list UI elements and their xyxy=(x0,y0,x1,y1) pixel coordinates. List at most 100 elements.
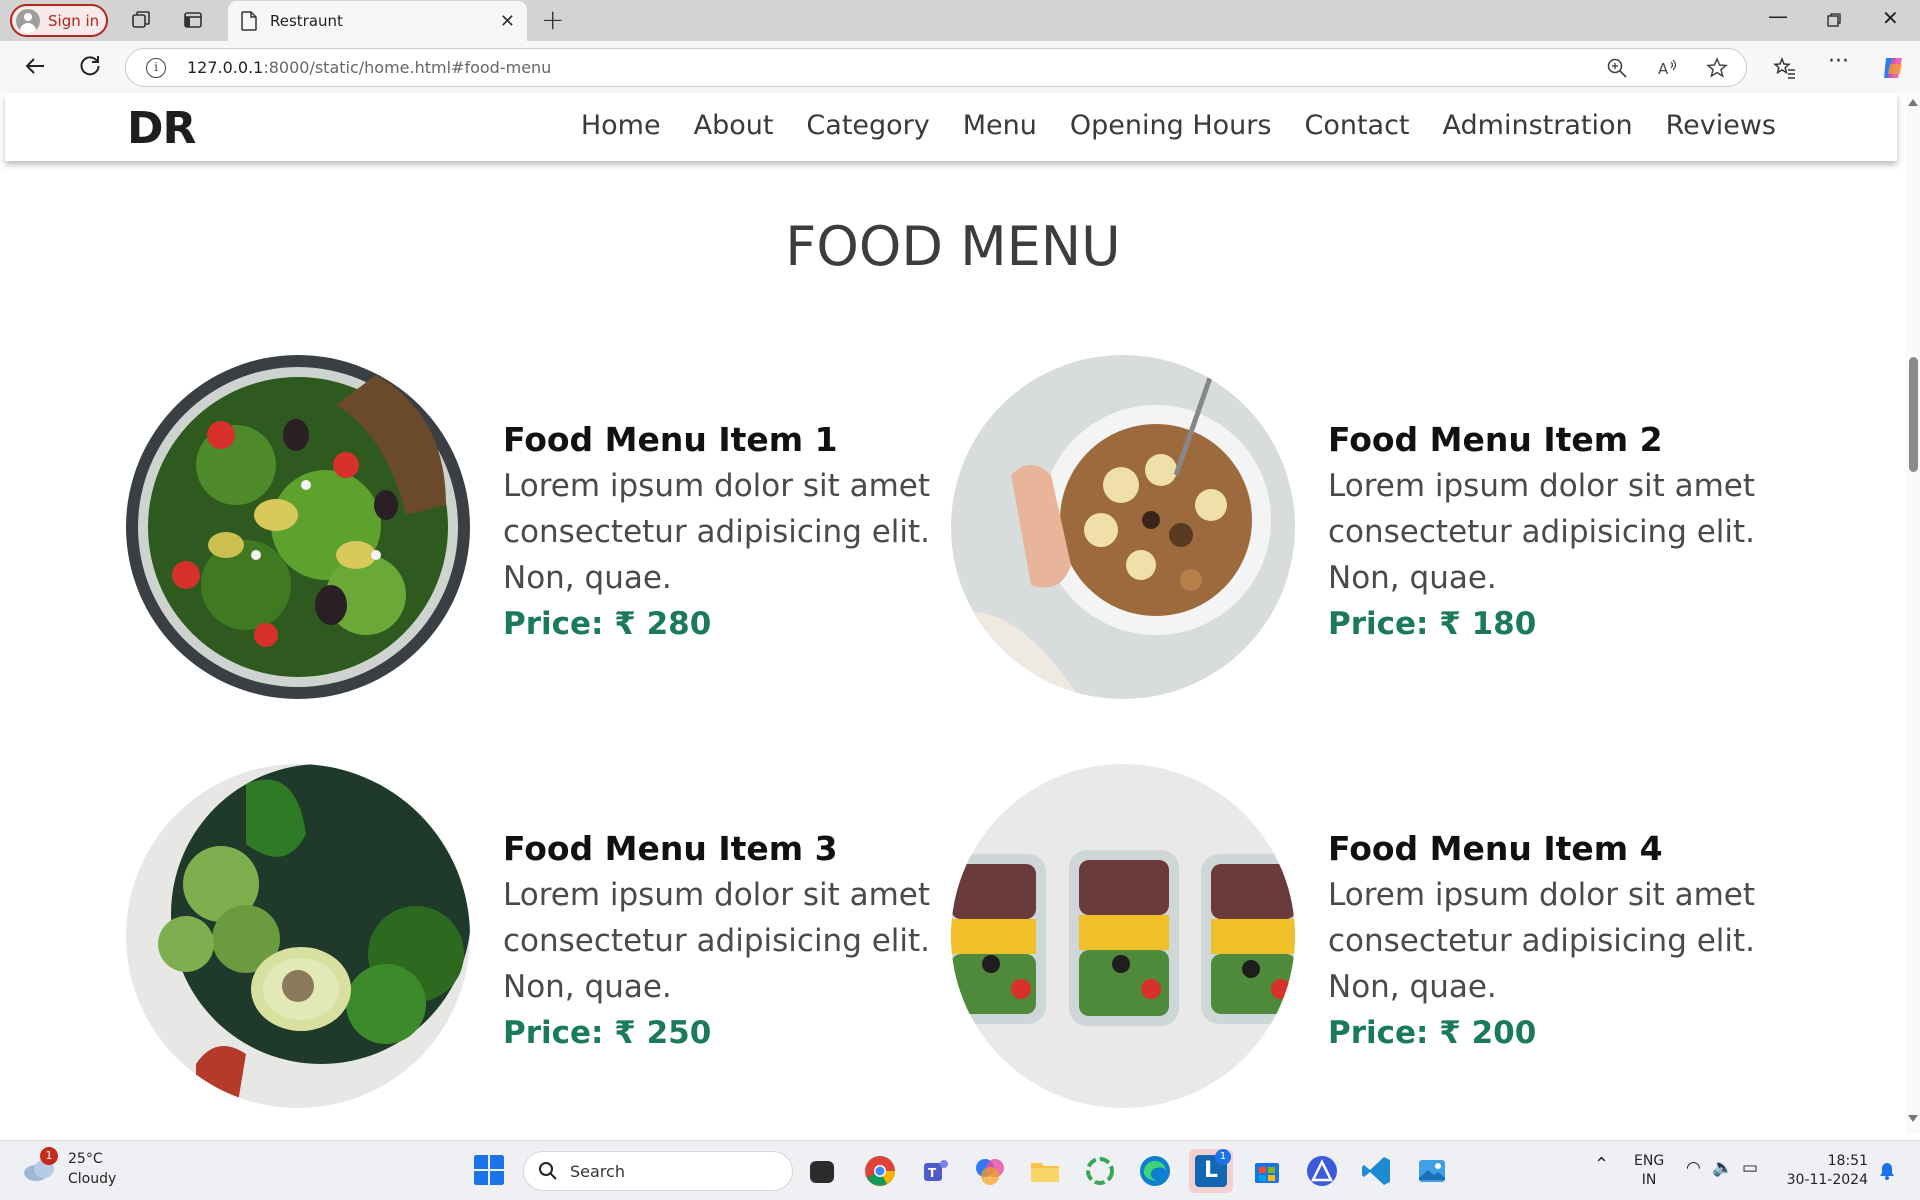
site-nav: Home About Category Menu Opening Hours C… xyxy=(548,110,1776,141)
language-primary[interactable]: ENG xyxy=(1634,1152,1664,1171)
menu-item-title: Food Menu Item 2 xyxy=(1328,420,1663,459)
nav-category[interactable]: Category xyxy=(806,110,929,141)
url-text[interactable]: 127.0.0.1:8000/static/home.html#food-men… xyxy=(187,58,551,77)
nav-adminstration[interactable]: Adminstration xyxy=(1443,110,1633,141)
sync-app-icon[interactable] xyxy=(1083,1154,1117,1188)
site-info-icon[interactable]: i xyxy=(146,58,166,78)
menu-item-text: Food Menu Item 3 Lorem ipsum dolor sit a… xyxy=(503,826,943,1056)
menu-item-title: Food Menu Item 3 xyxy=(503,829,838,868)
tab-restraunt[interactable]: Restraunt ✕ xyxy=(228,1,527,41)
menu-item-title: Food Menu Item 1 xyxy=(503,420,838,459)
menu-item-description: Lorem ipsum dolor sit amet consectetur a… xyxy=(1328,468,1756,596)
windows-taskbar: 1 25°C Cloudy Search T L 1 ⌃ ENG IN ◠ 🔈 … xyxy=(0,1140,1920,1200)
store-icon[interactable] xyxy=(1250,1154,1284,1188)
menu-item-card: Food Menu Item 3 Lorem ipsum dolor sit a… xyxy=(126,764,946,1108)
new-tab-icon[interactable]: + xyxy=(541,3,564,36)
menu-item-price: Price: ₹ 250 xyxy=(503,1015,712,1051)
chrome-icon[interactable] xyxy=(863,1154,897,1188)
active-app-highlight[interactable]: L 1 xyxy=(1189,1149,1233,1193)
menu-item-text: Food Menu Item 2 Lorem ipsum dolor sit a… xyxy=(1328,417,1768,647)
restore-icon[interactable] xyxy=(1826,12,1842,28)
show-hidden-icons-icon[interactable]: ⌃ xyxy=(1594,1155,1609,1174)
menu-item-price: Price: ₹ 200 xyxy=(1328,1015,1537,1051)
file-explorer-icon[interactable] xyxy=(1028,1154,1062,1188)
search-placeholder: Search xyxy=(570,1161,625,1181)
menu-item-description: Lorem ipsum dolor sit amet consectetur a… xyxy=(503,877,931,1005)
more-options-icon[interactable]: ··· xyxy=(1828,49,1852,74)
browser-tabstrip: Sign in Restraunt ✕ + — ✕ xyxy=(0,0,1920,41)
read-aloud-icon[interactable]: A xyxy=(1656,57,1678,79)
menu-item-description: Lorem ipsum dolor sit amet consectetur a… xyxy=(1328,877,1756,1005)
site-header: DR Home About Category Menu Opening Hour… xyxy=(5,93,1897,161)
nav-contact[interactable]: Contact xyxy=(1304,110,1409,141)
triangle-app-icon[interactable] xyxy=(1305,1154,1339,1188)
scroll-thumb[interactable] xyxy=(1909,357,1918,472)
site-logo[interactable]: DR xyxy=(127,103,196,154)
search-icon xyxy=(539,1162,557,1180)
sign-in-label: Sign in xyxy=(48,11,100,30)
vertical-scrollbar[interactable] xyxy=(1906,93,1920,1134)
notification-bell-icon[interactable] xyxy=(1878,1161,1896,1181)
svg-text:A: A xyxy=(1658,60,1669,78)
meal-prep-boxes-image xyxy=(951,764,1295,1108)
web-page: DR Home About Category Menu Opening Hour… xyxy=(0,93,1906,1134)
salad-bowl-image xyxy=(126,355,470,699)
nav-home[interactable]: Home xyxy=(581,110,661,141)
tab-title: Restraunt xyxy=(270,12,343,30)
favorite-star-icon[interactable] xyxy=(1706,57,1728,79)
menu-item-card: Food Menu Item 2 Lorem ipsum dolor sit a… xyxy=(951,355,1771,699)
scroll-up-icon[interactable] xyxy=(1908,99,1918,106)
menu-item-card: Food Menu Item 4 Lorem ipsum dolor sit a… xyxy=(951,764,1771,1108)
profile-avatar-icon xyxy=(16,8,40,33)
weather-widget[interactable]: 1 25°C Cloudy xyxy=(22,1147,117,1189)
menu-item-price: Price: ₹ 180 xyxy=(1328,606,1537,642)
copilot-app-icon[interactable] xyxy=(973,1154,1007,1188)
copilot-icon[interactable] xyxy=(1880,54,1908,82)
close-tab-icon[interactable]: ✕ xyxy=(500,11,515,32)
sign-in-button[interactable]: Sign in xyxy=(10,4,108,37)
nav-about[interactable]: About xyxy=(694,110,774,141)
app-badge: 1 xyxy=(1215,1149,1231,1165)
scroll-down-icon[interactable] xyxy=(1908,1115,1918,1122)
wifi-icon[interactable]: ◠ xyxy=(1686,1159,1701,1178)
svg-text:T: T xyxy=(928,1166,937,1180)
favorites-icon[interactable] xyxy=(1773,56,1797,80)
browser-toolbar: i 127.0.0.1:8000/static/home.html#food-m… xyxy=(0,41,1920,93)
nav-reviews[interactable]: Reviews xyxy=(1666,110,1776,141)
menu-item-description: Lorem ipsum dolor sit amet consectetur a… xyxy=(503,468,931,596)
menu-item-card: Food Menu Item 1 Lorem ipsum dolor sit a… xyxy=(126,355,946,699)
edge-icon[interactable] xyxy=(1138,1154,1172,1188)
refresh-icon[interactable] xyxy=(75,51,105,81)
granola-bowl-image xyxy=(951,355,1295,699)
close-window-icon[interactable]: ✕ xyxy=(1882,6,1899,30)
menu-item-title: Food Menu Item 4 xyxy=(1328,829,1663,868)
volume-icon[interactable]: 🔈 xyxy=(1712,1159,1733,1178)
vscode-icon[interactable] xyxy=(1360,1154,1394,1188)
menu-item-text: Food Menu Item 1 Lorem ipsum dolor sit a… xyxy=(503,417,943,647)
photos-icon[interactable] xyxy=(1415,1154,1449,1188)
menu-item-price: Price: ₹ 280 xyxy=(503,606,712,642)
menu-item-text: Food Menu Item 4 Lorem ipsum dolor sit a… xyxy=(1328,826,1768,1056)
nav-menu[interactable]: Menu xyxy=(963,110,1037,141)
clock-time[interactable]: 18:51 xyxy=(1783,1152,1868,1171)
weather-description: Cloudy xyxy=(68,1171,117,1187)
language-region[interactable]: IN xyxy=(1634,1171,1664,1190)
battery-icon[interactable]: ▭ xyxy=(1742,1159,1758,1178)
windows-start-icon[interactable] xyxy=(473,1154,505,1186)
green-vegetables-image xyxy=(126,764,470,1108)
nav-opening-hours[interactable]: Opening Hours xyxy=(1070,110,1272,141)
task-view-icon[interactable] xyxy=(810,1161,834,1183)
teams-icon[interactable]: T xyxy=(918,1154,952,1188)
taskbar-search[interactable]: Search xyxy=(523,1151,793,1191)
zoom-icon[interactable] xyxy=(1606,57,1628,79)
workspaces-icon[interactable] xyxy=(130,9,152,31)
tab-actions-icon[interactable] xyxy=(182,9,204,31)
page-icon xyxy=(241,11,257,31)
weather-badge: 1 xyxy=(40,1147,58,1165)
address-bar[interactable]: i 127.0.0.1:8000/static/home.html#food-m… xyxy=(125,48,1747,87)
weather-temperature: 25°C xyxy=(68,1151,103,1167)
minimize-icon[interactable]: — xyxy=(1768,4,1788,28)
clock-date[interactable]: 30-11-2024 xyxy=(1783,1171,1868,1190)
back-icon[interactable] xyxy=(20,51,50,81)
section-title: FOOD MENU xyxy=(785,215,1121,278)
